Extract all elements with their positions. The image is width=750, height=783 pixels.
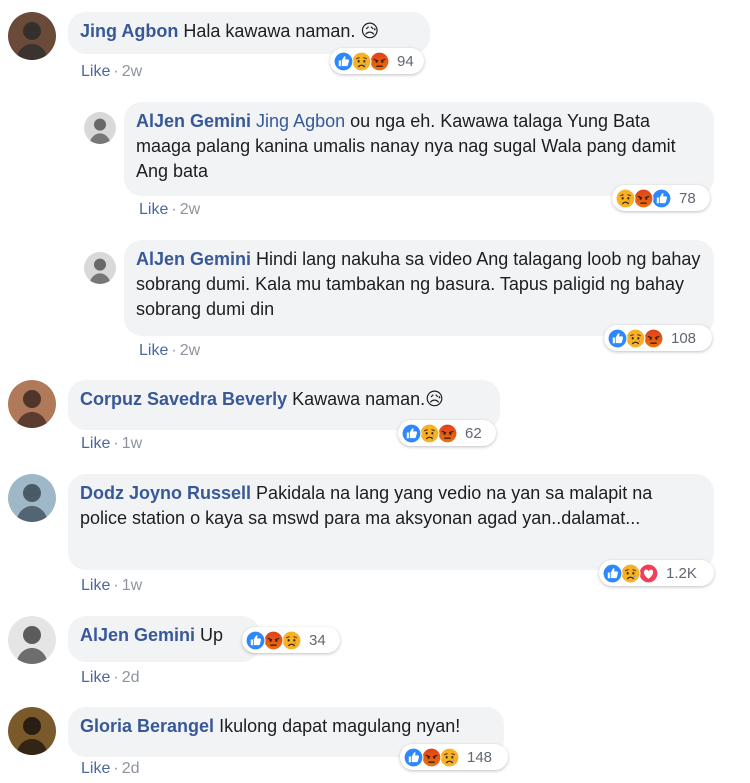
comment-actions: Like · 1w xyxy=(81,576,142,596)
comment-bubble: AlJen Gemini Up xyxy=(68,616,260,662)
reactions-summary[interactable]: 108 xyxy=(604,325,712,351)
comment-author-link[interactable]: Corpuz Savedra Beverly xyxy=(80,389,287,409)
like-icon xyxy=(333,51,354,72)
comment-actions: Like · 2d xyxy=(81,759,139,779)
comment-timestamp[interactable]: 2w xyxy=(180,342,200,359)
reactions-summary[interactable]: 1.2K xyxy=(599,560,714,586)
avatar[interactable] xyxy=(84,112,116,144)
like-link[interactable]: Like xyxy=(81,435,110,452)
comment-timestamp[interactable]: 2d xyxy=(122,760,140,777)
angry-icon xyxy=(437,423,458,444)
reaction-count: 94 xyxy=(397,52,414,70)
like-icon xyxy=(403,747,424,768)
reaction-count: 34 xyxy=(309,631,326,649)
avatar[interactable] xyxy=(8,380,56,428)
angry-icon xyxy=(369,51,390,72)
reaction-count: 148 xyxy=(467,748,493,766)
comment-timestamp[interactable]: 2w xyxy=(122,63,142,80)
comment-text: Kawawa naman.😥 xyxy=(292,389,444,409)
separator-dot: · xyxy=(113,760,119,777)
like-icon xyxy=(245,630,266,651)
like-link[interactable]: Like xyxy=(81,760,110,777)
comment-text: Up xyxy=(200,625,224,645)
avatar[interactable] xyxy=(8,616,56,664)
reactions-summary[interactable]: 148 xyxy=(400,744,508,770)
comment-timestamp[interactable]: 1w xyxy=(122,577,142,594)
love-icon xyxy=(638,563,659,584)
sad-icon xyxy=(351,51,372,72)
like-link[interactable]: Like xyxy=(81,577,110,594)
separator-dot: · xyxy=(113,669,119,686)
comment-author-link[interactable]: AlJen Gemini xyxy=(136,249,251,269)
separator-dot: · xyxy=(113,435,119,452)
comment-timestamp[interactable]: 1w xyxy=(122,435,142,452)
reactions-summary[interactable]: 78 xyxy=(612,185,710,211)
separator-dot: · xyxy=(113,63,119,80)
comment-author-link[interactable]: AlJen Gemini xyxy=(80,625,195,645)
angry-icon xyxy=(643,328,664,349)
separator-dot: · xyxy=(171,342,177,359)
like-link[interactable]: Like xyxy=(139,342,168,359)
comment-actions: Like · 2w xyxy=(139,200,200,220)
comment-actions: Like · 2w xyxy=(139,341,200,361)
like-icon xyxy=(651,188,672,209)
avatar[interactable] xyxy=(8,474,56,522)
comment-timestamp[interactable]: 2d xyxy=(122,669,140,686)
reaction-count: 62 xyxy=(465,424,482,442)
reactions-summary[interactable]: 62 xyxy=(398,420,496,446)
comment-text: Hala kawawa naman. 😥 xyxy=(183,21,380,41)
separator-dot: · xyxy=(113,577,119,594)
sad-icon xyxy=(620,563,641,584)
sad-icon xyxy=(419,423,440,444)
comment-bubble: Dodz Joyno Russell Pakidala na lang yang… xyxy=(68,474,714,570)
avatar[interactable] xyxy=(8,707,56,755)
reaction-count: 108 xyxy=(671,329,697,347)
reaction-count: 78 xyxy=(679,189,696,207)
like-icon xyxy=(401,423,422,444)
comment-author-link[interactable]: Jing Agbon xyxy=(80,21,178,41)
sad-icon xyxy=(625,328,646,349)
angry-icon xyxy=(421,747,442,768)
avatar[interactable] xyxy=(84,252,116,284)
angry-icon xyxy=(633,188,654,209)
comment-bubble: AlJen Gemini Jing Agbon ou nga eh. Kawaw… xyxy=(124,102,714,196)
comment-author-link[interactable]: Gloria Berangel xyxy=(80,716,214,736)
like-link[interactable]: Like xyxy=(81,63,110,80)
angry-icon xyxy=(263,630,284,651)
comment-text: Ikulong dapat magulang nyan! xyxy=(219,716,461,736)
sad-icon xyxy=(281,630,302,651)
reactions-summary[interactable]: 94 xyxy=(330,48,424,74)
like-icon xyxy=(607,328,628,349)
separator-dot: · xyxy=(171,201,177,218)
comment-actions: Like · 2w xyxy=(81,62,142,82)
comment-bubble: AlJen Gemini Hindi lang nakuha sa video … xyxy=(124,240,714,336)
comment-actions: Like · 2d xyxy=(81,668,139,688)
sad-icon xyxy=(439,747,460,768)
like-icon xyxy=(602,563,623,584)
reaction-count: 1.2K xyxy=(666,564,697,582)
comment-timestamp[interactable]: 2w xyxy=(180,201,200,218)
sad-icon xyxy=(615,188,636,209)
reactions-summary[interactable]: 34 xyxy=(242,627,340,653)
mention-link[interactable]: Jing Agbon xyxy=(256,111,345,131)
comment-author-link[interactable]: Dodz Joyno Russell xyxy=(80,483,251,503)
avatar[interactable] xyxy=(8,12,56,60)
comment-author-link[interactable]: AlJen Gemini xyxy=(136,111,251,131)
like-link[interactable]: Like xyxy=(139,201,168,218)
comment-actions: Like · 1w xyxy=(81,434,142,454)
like-link[interactable]: Like xyxy=(81,669,110,686)
